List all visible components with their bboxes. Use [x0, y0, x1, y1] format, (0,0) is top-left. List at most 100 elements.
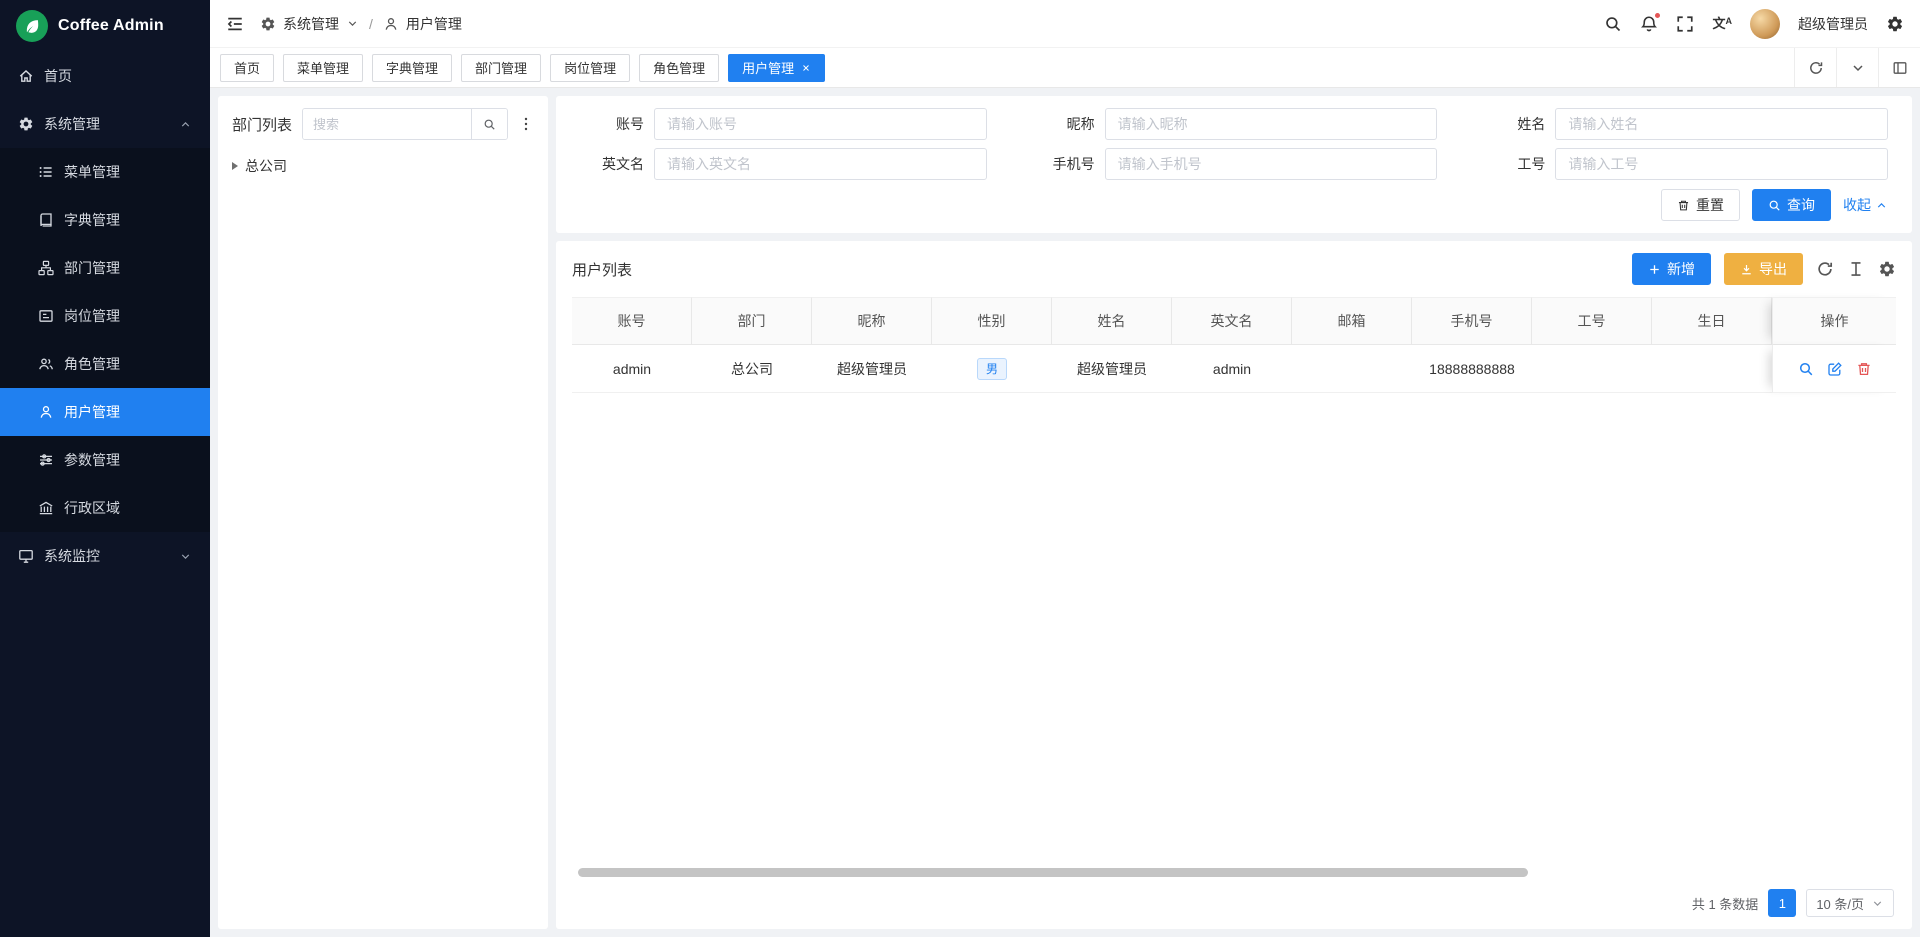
sidebar-item-post-mgmt[interactable]: 岗位管理 [0, 292, 210, 340]
translate-icon[interactable]: 文A [1712, 17, 1732, 30]
english-name-input[interactable] [654, 148, 987, 180]
breadcrumb-item-user[interactable]: 用户管理 [406, 14, 462, 34]
col-gender[interactable]: 性别 [932, 297, 1052, 345]
filter-form: 账号 昵称 姓名 英文名 [580, 108, 1888, 180]
user-table: 账号 部门 昵称 性别 姓名 英文名 邮箱 手机号 工号 生日 操作 admin [572, 297, 1896, 393]
notification-bell-icon[interactable] [1640, 15, 1658, 33]
tree-item-label: 总公司 [245, 156, 287, 176]
row-actions [1798, 361, 1872, 377]
search-icon[interactable] [1604, 15, 1622, 33]
tree-item-root-company[interactable]: 总公司 [232, 154, 534, 178]
col-job-number[interactable]: 工号 [1532, 297, 1652, 345]
col-english-name[interactable]: 英文名 [1172, 297, 1292, 345]
table-settings-gear-icon[interactable] [1878, 260, 1896, 278]
sidebar-item-menu-mgmt[interactable]: 菜单管理 [0, 148, 210, 196]
edit-icon[interactable] [1827, 361, 1843, 377]
page-1-button[interactable]: 1 [1768, 889, 1796, 917]
query-button[interactable]: 查询 [1752, 189, 1831, 221]
phone-input[interactable] [1105, 148, 1438, 180]
username[interactable]: 超级管理员 [1798, 14, 1868, 34]
sidebar-item-system[interactable]: 系统管理 [0, 100, 210, 148]
more-options-icon[interactable] [518, 116, 534, 132]
department-panel-header: 部门列表 [232, 108, 534, 140]
cell-nickname: 超级管理员 [812, 345, 932, 393]
sidebar-item-monitor[interactable]: 系统监控 [0, 532, 210, 580]
pagination-total: 共 1 条数据 [1692, 894, 1758, 913]
book-icon [38, 212, 54, 228]
sidebar-item-label: 岗位管理 [64, 306, 120, 326]
delete-icon[interactable] [1856, 361, 1872, 377]
collapse-link[interactable]: 收起 [1843, 195, 1888, 215]
field-label: 工号 [1481, 154, 1545, 174]
tab-user-mgmt[interactable]: 用户管理 [728, 54, 825, 82]
job-number-input[interactable] [1555, 148, 1888, 180]
list-icon [38, 164, 54, 180]
tab-dept-mgmt[interactable]: 部门管理 [461, 54, 541, 82]
sidebar-item-region-mgmt[interactable]: 行政区域 [0, 484, 210, 532]
field-label: 账号 [580, 114, 644, 134]
col-phone[interactable]: 手机号 [1412, 297, 1532, 345]
reset-button[interactable]: 重置 [1661, 189, 1740, 221]
field-label: 英文名 [580, 154, 644, 174]
tab-close-icon[interactable] [801, 63, 811, 73]
gender-tag: 男 [977, 358, 1007, 380]
refresh-icon[interactable] [1816, 260, 1834, 278]
tab-role-mgmt[interactable]: 角色管理 [639, 54, 719, 82]
col-department[interactable]: 部门 [692, 297, 812, 345]
department-search-button[interactable] [471, 109, 507, 139]
coffee-logo-icon [16, 10, 48, 42]
table-empty-space [572, 393, 1896, 868]
nickname-input[interactable] [1105, 108, 1438, 140]
sidebar-item-user-mgmt[interactable]: 用户管理 [0, 388, 210, 436]
page-size-select[interactable]: 10 条/页 [1806, 889, 1894, 917]
breadcrumb-item-system[interactable]: 系统管理 [283, 14, 339, 34]
app-logo[interactable]: Coffee Admin [0, 0, 210, 52]
horizontal-scrollbar-thumb[interactable] [578, 868, 1528, 877]
col-nickname[interactable]: 昵称 [812, 297, 932, 345]
view-icon[interactable] [1798, 361, 1814, 377]
column-height-icon[interactable] [1847, 260, 1865, 278]
field-english-name: 英文名 [580, 148, 987, 180]
chevron-down-icon[interactable] [1836, 48, 1878, 87]
caret-right-icon [232, 162, 238, 170]
download-icon [1740, 263, 1753, 276]
field-label: 姓名 [1481, 114, 1545, 134]
tab-post-mgmt[interactable]: 岗位管理 [550, 54, 630, 82]
sidebar-item-dept-mgmt[interactable]: 部门管理 [0, 244, 210, 292]
sidebar-item-role-mgmt[interactable]: 角色管理 [0, 340, 210, 388]
sidebar-item-param-mgmt[interactable]: 参数管理 [0, 436, 210, 484]
users-icon [38, 356, 54, 372]
gear-icon [260, 16, 276, 32]
field-phone: 手机号 [1031, 148, 1438, 180]
export-button[interactable]: 导出 [1724, 253, 1803, 285]
sidebar-item-home[interactable]: 首页 [0, 52, 210, 100]
col-account[interactable]: 账号 [572, 297, 692, 345]
filter-actions: 重置 查询 收起 [580, 189, 1888, 221]
cell-gender: 男 [932, 345, 1052, 393]
refresh-icon[interactable] [1794, 48, 1836, 87]
col-email[interactable]: 邮箱 [1292, 297, 1412, 345]
col-name[interactable]: 姓名 [1052, 297, 1172, 345]
avatar[interactable] [1750, 9, 1780, 39]
tab-home[interactable]: 首页 [220, 54, 274, 82]
layout-icon[interactable] [1878, 48, 1920, 87]
department-search [302, 108, 508, 140]
department-panel-title: 部门列表 [232, 114, 292, 135]
search-icon [1768, 199, 1781, 212]
sidebar-menu: 首页 系统管理 菜单管理 字典管理 部门管理 岗位管理 [0, 52, 210, 937]
fullscreen-icon[interactable] [1676, 15, 1694, 33]
filter-card: 账号 昵称 姓名 英文名 [556, 96, 1912, 233]
account-input[interactable] [654, 108, 987, 140]
chevron-down-icon [179, 550, 192, 563]
name-input[interactable] [1555, 108, 1888, 140]
settings-gear-icon[interactable] [1886, 15, 1904, 33]
col-birthday[interactable]: 生日 [1652, 297, 1772, 345]
chevron-up-icon [179, 118, 192, 131]
sidebar-item-dict-mgmt[interactable]: 字典管理 [0, 196, 210, 244]
add-button[interactable]: 新增 [1632, 253, 1711, 285]
menu-fold-icon[interactable] [226, 15, 244, 33]
department-search-input[interactable] [303, 109, 471, 139]
tab-dict-mgmt[interactable]: 字典管理 [372, 54, 452, 82]
tab-menu-mgmt[interactable]: 菜单管理 [283, 54, 363, 82]
table-row[interactable]: admin 总公司 超级管理员 男 超级管理员 admin 1888888888… [572, 345, 1896, 393]
